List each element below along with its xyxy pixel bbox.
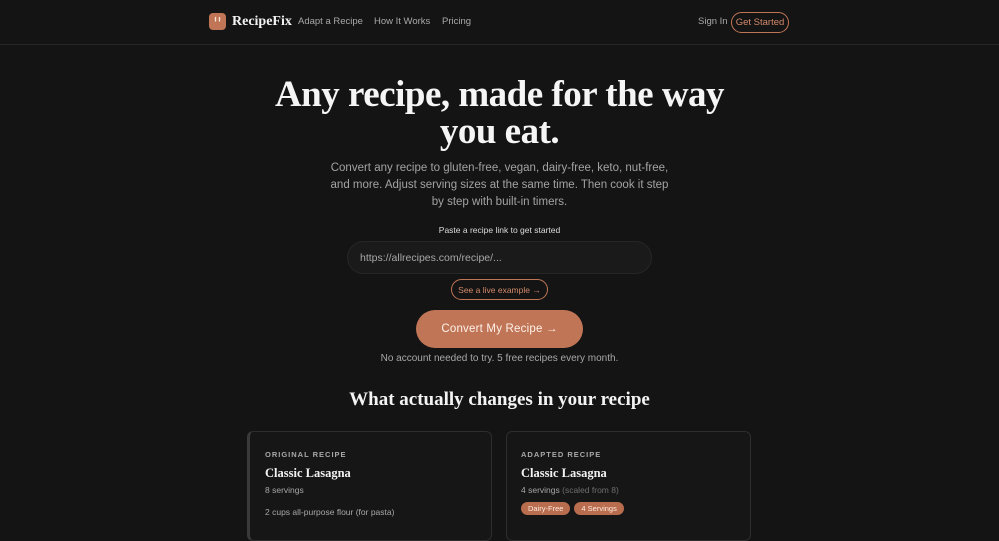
convert-recipe-button[interactable]: Convert My Recipe → [416,310,583,348]
nav-link-pricing[interactable]: Pricing [442,16,471,27]
card-title: Classic Lasagna [521,466,607,480]
fork-knife-icon [209,13,226,30]
sign-in-link[interactable]: Sign In [698,16,728,27]
nav-link-how-it-works[interactable]: How It Works [374,16,430,27]
brand-name: RecipeFix [232,13,292,29]
top-nav: RecipeFix Adapt a Recipe How It Works Pr… [0,0,999,45]
card-kicker: ORIGINAL RECIPE [265,450,347,459]
servings-count: 4 servings [521,485,560,495]
adapted-recipe-card: ADAPTED RECIPE Classic Lasagna 4 serving… [506,431,751,541]
scaled-note: (scaled from 8) [562,485,619,495]
tag-dairy-free: Dairy-Free [521,502,571,515]
recipe-url-input[interactable] [347,241,652,274]
tag-list: Dairy-Free 4 Servings [521,502,624,515]
tag-servings: 4 Servings [574,502,624,515]
brand-logo[interactable]: RecipeFix [209,13,292,30]
live-example-button[interactable]: See a live example → [451,279,548,300]
no-account-note: No account needed to try. 5 free recipes… [380,353,619,364]
card-title: Classic Lasagna [265,466,351,480]
section-title: What actually changes in your recipe [349,389,650,410]
card-servings: 8 servings [265,485,304,495]
ingredient-item: 2 cups all-purpose flour (for pasta) [265,507,395,517]
original-recipe-card: ORIGINAL RECIPE Classic Lasagna 8 servin… [247,431,492,541]
hero-title: Any recipe, made for the way you eat. [274,74,725,152]
get-started-button[interactable]: Get Started [731,12,789,33]
card-servings: 4 servings (scaled from 8) [521,485,619,495]
hero-subtitle: Convert any recipe to gluten-free, vegan… [330,162,669,208]
paste-label: Paste a recipe link to get started [438,225,561,235]
nav-link-adapt[interactable]: Adapt a Recipe [298,16,363,27]
card-kicker: ADAPTED RECIPE [521,450,602,459]
